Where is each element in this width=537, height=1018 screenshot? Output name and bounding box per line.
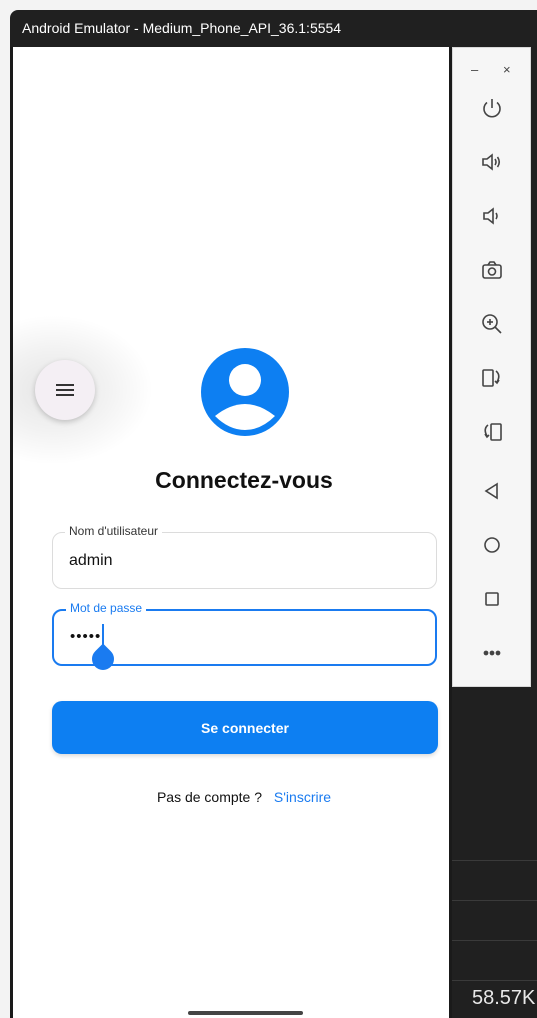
emulator-window: Android Emulator - Medium_Phone_API_36.1…	[10, 10, 452, 1018]
rotate-left-icon	[482, 369, 500, 387]
power-icon	[483, 99, 501, 118]
username-field[interactable]: Nom d'utilisateur admin	[52, 524, 437, 589]
password-label: Mot de passe	[66, 601, 147, 615]
signup-prompt: Pas de compte ?	[156, 789, 263, 805]
desktop-divider	[452, 940, 537, 941]
power-button[interactable]	[477, 93, 507, 123]
page-title: Connectez-vous	[155, 467, 333, 493]
emulator-title-bar[interactable]: Android Emulator - Medium_Phone_API_36.1…	[10, 10, 452, 47]
more-icon	[483, 650, 501, 656]
back-icon	[484, 482, 498, 500]
volume-up-icon	[482, 153, 501, 171]
password-value: •••••	[70, 628, 102, 645]
desktop-divider	[452, 860, 537, 861]
login-button[interactable]: Se connecter	[52, 701, 438, 754]
toolbar-minimize-button[interactable]: –	[471, 62, 478, 77]
zoom-button[interactable]	[477, 309, 507, 339]
home-icon	[484, 537, 500, 553]
phone-screen: Connectez-vous Nom d'utilisateur admin M…	[10, 47, 452, 1018]
zoom-icon	[482, 314, 502, 334]
home-button[interactable]	[477, 530, 507, 560]
overview-button[interactable]	[477, 584, 507, 614]
volume-down-icon	[483, 207, 498, 225]
signup-link[interactable]: S'inscrire	[274, 789, 331, 805]
desktop-divider	[452, 980, 537, 981]
volume-up-button[interactable]	[477, 147, 507, 177]
cursor-handle[interactable]	[87, 643, 119, 675]
overview-icon	[485, 592, 499, 606]
toolbar-close-button[interactable]: ×	[503, 62, 511, 77]
rotate-right-icon	[484, 423, 502, 441]
desktop-divider	[452, 900, 537, 901]
more-button[interactable]	[477, 638, 507, 668]
password-field[interactable]: Mot de passe •••••	[52, 601, 437, 675]
username-value: admin	[69, 552, 113, 569]
volume-down-button[interactable]	[477, 201, 507, 231]
home-indicator[interactable]	[188, 1011, 303, 1015]
back-button[interactable]	[477, 476, 507, 506]
window-title: Android Emulator - Medium_Phone_API_36.1…	[22, 20, 342, 36]
rotate-right-button[interactable]	[477, 417, 507, 447]
username-label: Nom d'utilisateur	[65, 524, 162, 538]
signup-row: Pas de compte ? S'inscrire	[13, 789, 452, 805]
menu-button[interactable]	[35, 360, 95, 420]
screenshot-button[interactable]	[477, 255, 507, 285]
menu-icon	[56, 384, 74, 396]
camera-icon	[482, 261, 502, 279]
rotate-left-button[interactable]	[477, 363, 507, 393]
account-circle-icon	[201, 348, 289, 436]
emulator-toolbar: – ×	[452, 47, 531, 687]
desktop-status-text: 58.57K	[472, 987, 536, 1009]
